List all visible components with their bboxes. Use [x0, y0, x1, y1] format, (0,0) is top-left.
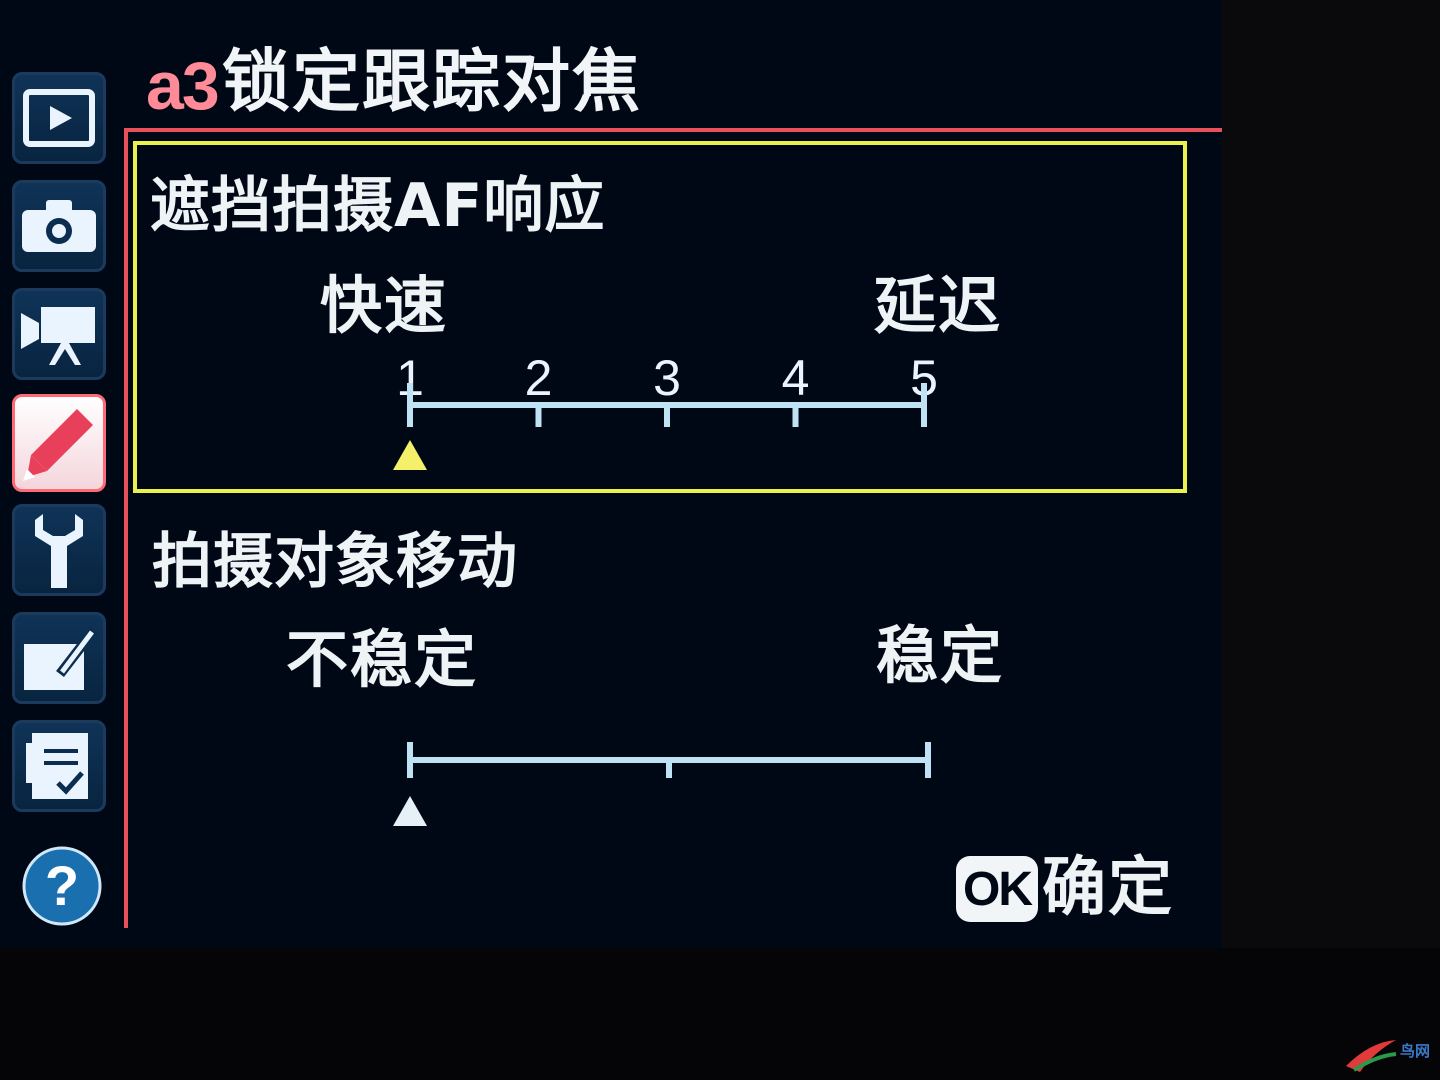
camera-bezel-bottom [0, 948, 1440, 1080]
watermark-text: 鸟网 [1400, 1042, 1431, 1060]
camera-bezel-right [1222, 0, 1440, 948]
subject-motion-slider[interactable] [0, 0, 1222, 948]
camera-menu-screen: ? a3 锁定跟踪对焦 遮挡拍摄AF响应 快速 延迟 12345 拍摄对象移动 … [0, 0, 1222, 948]
ok-button-icon[interactable]: OK [956, 856, 1038, 922]
ok-label: 确定 [1042, 851, 1174, 925]
subject-motion-selection-marker [393, 796, 427, 826]
